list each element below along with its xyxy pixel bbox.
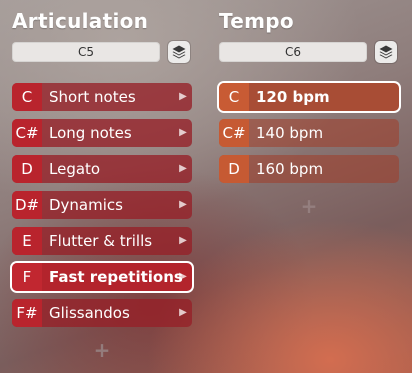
- articulation-stack-button[interactable]: [168, 41, 190, 63]
- tempo-item[interactable]: D 160 bpm: [219, 155, 399, 183]
- chevron-right-icon[interactable]: ▶: [178, 191, 188, 219]
- tempo-item[interactable]: C# 140 bpm: [219, 119, 399, 147]
- tempo-item-label: 120 bpm: [256, 88, 330, 106]
- tempo-key-label: C#: [219, 119, 249, 147]
- tempo-stack-button[interactable]: [375, 41, 397, 63]
- articulation-item-label: Glissandos: [49, 304, 130, 322]
- articulation-key-label: C: [12, 83, 42, 111]
- articulation-item[interactable]: D# Dynamics ▶: [12, 191, 192, 219]
- articulation-item[interactable]: F Fast repetitions ▶: [12, 263, 192, 291]
- chevron-right-icon[interactable]: ▶: [178, 299, 188, 327]
- articulation-item[interactable]: D Legato ▶: [12, 155, 192, 183]
- layers-icon: [172, 45, 186, 59]
- articulation-item[interactable]: C Short notes ▶: [12, 83, 192, 111]
- articulation-key-label: E: [12, 227, 42, 255]
- articulation-item-label: Dynamics: [49, 196, 123, 214]
- articulation-title: Articulation: [12, 9, 149, 33]
- articulation-key-label: D: [12, 155, 42, 183]
- add-tempo-button[interactable]: +: [219, 196, 399, 216]
- chevron-right-icon[interactable]: ▶: [178, 227, 188, 255]
- articulation-item[interactable]: C# Long notes ▶: [12, 119, 192, 147]
- articulation-item[interactable]: E Flutter & trills ▶: [12, 227, 192, 255]
- layers-icon: [379, 45, 393, 59]
- tempo-item[interactable]: C 120 bpm: [219, 83, 399, 111]
- articulation-key-label: D#: [12, 191, 42, 219]
- tempo-item-label: 140 bpm: [256, 124, 324, 142]
- articulation-key-label: F#: [12, 299, 42, 327]
- articulation-item-label: Legato: [49, 160, 101, 178]
- articulation-key-label: F: [12, 263, 42, 291]
- chevron-right-icon[interactable]: ▶: [178, 119, 188, 147]
- tempo-key-label: D: [219, 155, 249, 183]
- articulation-item-label: Short notes: [49, 88, 136, 106]
- add-articulation-button[interactable]: +: [12, 340, 192, 360]
- tempo-item-label: 160 bpm: [256, 160, 324, 178]
- chevron-right-icon[interactable]: ▶: [178, 263, 188, 291]
- articulation-key-label: C#: [12, 119, 42, 147]
- articulation-item-label: Fast repetitions: [49, 268, 183, 286]
- articulation-item-label: Flutter & trills: [49, 232, 153, 250]
- articulation-item-label: Long notes: [49, 124, 132, 142]
- articulation-note-field[interactable]: C5: [12, 42, 160, 62]
- articulation-item[interactable]: F# Glissandos ▶: [12, 299, 192, 327]
- chevron-right-icon[interactable]: ▶: [178, 155, 188, 183]
- tempo-key-label: C: [219, 83, 249, 111]
- chevron-right-icon[interactable]: ▶: [178, 83, 188, 111]
- tempo-title: Tempo: [219, 9, 294, 33]
- tempo-note-field[interactable]: C6: [219, 42, 367, 62]
